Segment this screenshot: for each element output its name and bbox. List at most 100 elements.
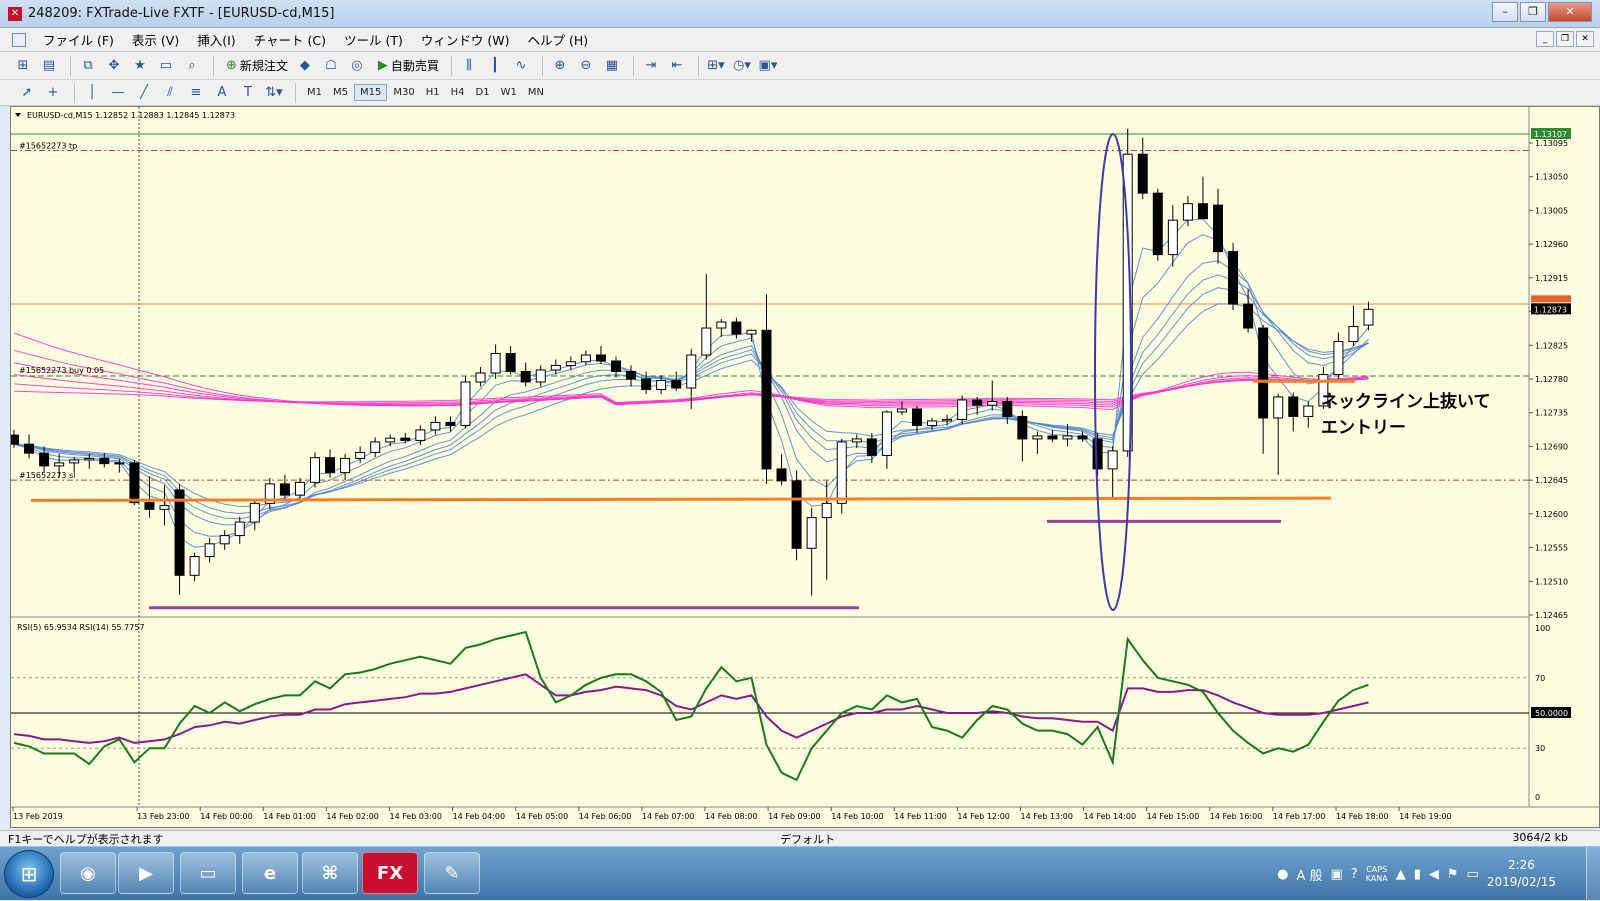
timeframe-h4[interactable]: H4: [446, 85, 470, 100]
trendline-icon[interactable]: ╱: [133, 82, 155, 104]
line-chart-icon[interactable]: ∿: [510, 55, 532, 77]
minimize-button[interactable]: –: [1492, 2, 1518, 22]
bull-candle: [1062, 435, 1073, 440]
menu-view[interactable]: 表示 (V): [123, 30, 188, 49]
menu-tools[interactable]: ツール (T): [335, 30, 412, 49]
indicators-icon[interactable]: ⊞▾: [705, 55, 727, 77]
explorer-icon[interactable]: ▭: [180, 852, 236, 894]
ie-icon[interactable]: e: [242, 852, 298, 894]
chart-shift-icon[interactable]: ⇤: [666, 55, 688, 77]
menu-insert[interactable]: 挿入(I): [188, 30, 244, 49]
bear-candle: [1213, 204, 1223, 253]
bull-candle: [580, 354, 591, 363]
chart-header: EURUSD-cd,M15 1.12852 1.12883 1.12845 1.…: [27, 111, 235, 120]
show-desktop-button[interactable]: [1586, 847, 1600, 901]
chart-canvas[interactable]: 1.13095 1.13050 1.13005 1.12960 1.12915 1.128…: [11, 107, 1600, 828]
price-tick-label: 1.13050: [1535, 173, 1568, 182]
data-window-icon[interactable]: ✥: [103, 55, 125, 77]
fibonacci-icon[interactable]: ≡: [185, 82, 207, 104]
volume-icon[interactable]: ◀: [1429, 867, 1439, 882]
clock[interactable]: 2:26 2019/02/15: [1487, 857, 1556, 891]
bull-candle: [234, 521, 245, 537]
terminal-icon[interactable]: ▭: [155, 55, 177, 77]
close-button[interactable]: ✕: [1548, 2, 1592, 22]
timeframe-h1[interactable]: H1: [421, 85, 445, 100]
show-hidden-icon[interactable]: ▲: [1396, 867, 1406, 882]
vertical-line-icon[interactable]: │: [81, 82, 103, 104]
bull-candle: [686, 354, 697, 389]
menu-file[interactable]: ファイル (F): [34, 30, 123, 49]
mdi-minimize-button[interactable]: _: [1536, 31, 1554, 47]
menu-help[interactable]: ヘルプ (H): [518, 30, 597, 49]
tile-windows-icon[interactable]: ▦: [601, 55, 623, 77]
paint-icon[interactable]: ✎: [424, 852, 480, 894]
timeframe-m1[interactable]: M1: [302, 85, 327, 100]
mdi-close-button[interactable]: ✕: [1576, 31, 1594, 47]
bull-candle: [1107, 450, 1118, 470]
timeframe-w1[interactable]: W1: [496, 85, 522, 100]
timeframe-m15[interactable]: M15: [354, 84, 388, 101]
navigator-icon[interactable]: ★: [129, 55, 151, 77]
arrows-icon[interactable]: ⇅▾: [263, 82, 285, 104]
bull-candle: [430, 421, 441, 431]
text-icon[interactable]: A: [211, 82, 233, 104]
mdi-restore-button[interactable]: ❐: [1556, 31, 1574, 47]
menu-chart[interactable]: チャート (C): [245, 30, 335, 49]
strategy-tester-icon[interactable]: ⌕: [181, 55, 203, 77]
restore-button[interactable]: ❐: [1520, 2, 1546, 22]
flag-icon[interactable]: ⚑: [1447, 867, 1459, 882]
signals-icon[interactable]: ☖: [320, 55, 342, 77]
candlestick-icon[interactable]: ┃: [484, 55, 506, 77]
clock-date: 2019/02/15: [1486, 875, 1556, 889]
high-price-tag-label: 1.13107: [1534, 130, 1567, 139]
power-icon[interactable]: ▭: [1467, 867, 1479, 882]
zoom-in-icon[interactable]: ⊕: [549, 55, 571, 77]
horizontal-line-icon[interactable]: —: [107, 82, 129, 104]
templates-icon[interactable]: ▣▾: [757, 55, 779, 77]
network-alert-icon[interactable]: ●: [1277, 867, 1288, 882]
market-icon[interactable]: ◎: [346, 55, 368, 77]
new-order-button[interactable]: ⊕ 新規注文: [220, 55, 294, 77]
channel-icon[interactable]: ⫽: [159, 82, 181, 104]
time-tick-label: 14 Feb 16:00: [1210, 812, 1262, 821]
bear-candle: [671, 379, 682, 389]
new-order-label: 新規注文: [239, 59, 288, 73]
rsi-tick-label: 100: [1535, 624, 1550, 633]
start-button[interactable]: ⊞: [4, 850, 54, 898]
media-player-icon[interactable]: ▶: [118, 852, 174, 894]
metaeditor-icon[interactable]: ◆: [294, 55, 316, 77]
help-icon[interactable]: ?: [1351, 867, 1358, 882]
bear-candle: [595, 354, 606, 362]
time-tick-label: 14 Feb 17:00: [1273, 812, 1325, 821]
timeframe-mn[interactable]: MN: [523, 85, 549, 100]
fx-app-button[interactable]: FX: [362, 852, 418, 894]
text-label-icon[interactable]: T: [237, 82, 259, 104]
auto-scroll-icon[interactable]: ⇥: [640, 55, 662, 77]
time-tick-label: 14 Feb 04:00: [453, 812, 505, 821]
bull-candle: [987, 400, 998, 406]
bar-chart-icon[interactable]: ⫼: [458, 55, 480, 77]
timeframe-m30[interactable]: M30: [388, 85, 419, 100]
signal-icon[interactable]: ▮: [1414, 867, 1421, 882]
timeframe-d1[interactable]: D1: [471, 85, 495, 100]
ime-indicator[interactable]: A 般: [1296, 865, 1322, 884]
bear-candle: [1228, 251, 1239, 305]
auto-trading-button[interactable]: ▶ 自動売買: [372, 55, 445, 77]
bull-candle: [54, 462, 65, 467]
chart-window[interactable]: 1.13095 1.13050 1.13005 1.12960 1.12915 1.128…: [10, 106, 1600, 828]
market-watch-icon[interactable]: ⧉: [77, 55, 99, 77]
time-tick-label: 14 Feb 15:00: [1147, 812, 1199, 821]
bear-candle: [731, 321, 742, 335]
acrobat-icon[interactable]: ⌘: [302, 852, 358, 894]
crosshair-icon[interactable]: +: [42, 82, 64, 104]
menu-window[interactable]: ウィンドウ (W): [412, 30, 519, 49]
new-chart-icon[interactable]: ⊞: [12, 55, 34, 77]
chart-window-icon[interactable]: [12, 32, 26, 47]
periods-icon[interactable]: ◷▾: [731, 55, 753, 77]
zoom-out-icon[interactable]: ⊖: [575, 55, 597, 77]
cursor-icon[interactable]: ➚: [16, 82, 38, 104]
profiles-icon[interactable]: ▤: [38, 55, 60, 77]
chrome-icon[interactable]: ◉: [60, 852, 116, 894]
tray-apps-icon[interactable]: ▣: [1330, 867, 1342, 882]
timeframe-m5[interactable]: M5: [328, 85, 353, 100]
